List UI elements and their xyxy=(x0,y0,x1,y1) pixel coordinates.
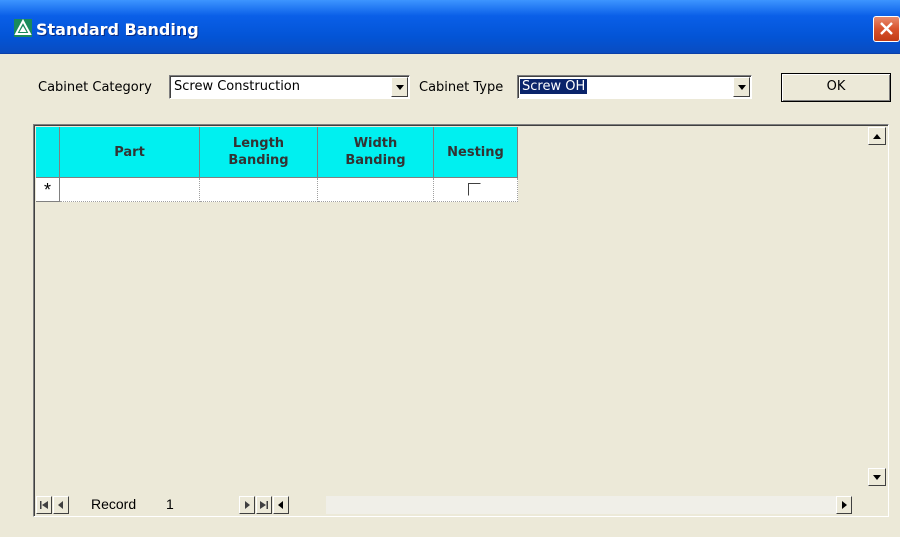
cabinet-category-select[interactable]: Screw Construction xyxy=(169,75,410,99)
cabinet-category-label: Cabinet Category xyxy=(38,80,152,95)
app-icon xyxy=(14,18,32,37)
cabinet-category-value: Screw Construction xyxy=(174,79,300,94)
ok-button[interactable]: OK xyxy=(781,73,891,102)
new-record-row-selector[interactable]: * xyxy=(36,178,60,202)
first-record-button[interactable] xyxy=(36,496,52,514)
row-selector-header[interactable] xyxy=(36,127,60,178)
cabinet-type-select[interactable]: Screw OH xyxy=(517,75,752,99)
scroll-left-button[interactable] xyxy=(273,496,289,514)
next-record-button[interactable] xyxy=(239,496,255,514)
cabinet-category-dropdown-button[interactable] xyxy=(391,77,408,97)
standard-banding-dialog: Standard Banding Cabinet Category Screw … xyxy=(0,0,900,537)
column-header-width-banding[interactable]: Width Banding xyxy=(318,127,434,178)
cell-part[interactable] xyxy=(60,178,200,202)
record-number-input[interactable]: 1 xyxy=(166,496,174,512)
scroll-down-button[interactable] xyxy=(868,468,886,486)
record-label: Record xyxy=(91,496,137,512)
column-header-part[interactable]: Part xyxy=(60,127,200,178)
close-button[interactable] xyxy=(873,16,900,42)
column-header-nesting[interactable]: Nesting xyxy=(434,127,518,178)
horizontal-scrollbar[interactable] xyxy=(326,496,836,514)
column-header-width-banding-label: Width Banding xyxy=(345,136,406,168)
scroll-up-button[interactable] xyxy=(868,127,886,145)
title-bar[interactable]: Standard Banding xyxy=(0,0,900,54)
vertical-scrollbar[interactable] xyxy=(868,127,886,495)
cell-width-banding[interactable] xyxy=(318,178,434,202)
window-title: Standard Banding xyxy=(36,20,199,39)
column-header-length-banding[interactable]: Length Banding xyxy=(200,127,318,178)
previous-record-button[interactable] xyxy=(53,496,69,514)
cabinet-type-dropdown-button[interactable] xyxy=(733,77,750,97)
column-header-length-banding-label: Length Banding xyxy=(228,136,289,168)
last-record-button[interactable] xyxy=(256,496,272,514)
banding-datasheet: Part Length Banding Width Banding Nestin… xyxy=(33,124,889,517)
cabinet-type-label: Cabinet Type xyxy=(419,80,504,95)
record-navigator: Record 1 xyxy=(36,496,866,514)
nesting-checkbox[interactable] xyxy=(468,183,481,196)
cell-length-banding[interactable] xyxy=(200,178,318,202)
cabinet-type-value: Screw OH xyxy=(520,79,588,94)
new-record-asterisk-icon: * xyxy=(43,180,51,200)
scroll-right-button[interactable] xyxy=(836,496,852,514)
